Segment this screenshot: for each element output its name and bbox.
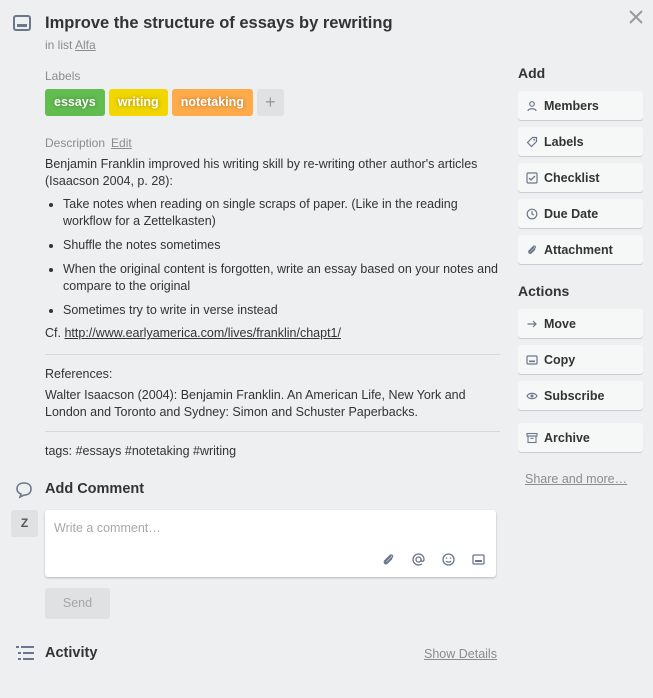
clock-icon xyxy=(526,208,538,220)
subscribe-label: Subscribe xyxy=(544,388,605,403)
divider xyxy=(45,431,500,432)
attachment-button[interactable]: Attachment xyxy=(518,235,643,264)
attachment-icon[interactable] xyxy=(381,552,396,567)
copy-button[interactable]: Copy xyxy=(518,345,643,374)
card-icon[interactable] xyxy=(471,552,486,567)
list-link[interactable]: Alfa xyxy=(75,38,96,52)
description-header: Description Edit xyxy=(45,136,500,150)
paperclip-icon xyxy=(526,244,538,256)
comment-input[interactable] xyxy=(54,518,484,538)
archive-icon xyxy=(526,432,538,444)
members-label: Members xyxy=(544,98,599,113)
references-text: Walter Isaacson (2004): Benjamin Frankli… xyxy=(45,388,466,419)
add-label-button[interactable]: + xyxy=(256,89,284,116)
cf-line: Cf. http://www.earlyamerica.com/lives/fr… xyxy=(45,325,500,342)
card-title[interactable]: Improve the structure of essays by rewri… xyxy=(45,14,393,33)
arrow-right-icon xyxy=(526,318,538,330)
card-sidebar: Add Members Labels Checklist Due Date At… xyxy=(518,65,643,486)
card-main: Labels essays writing notetaking + Descr… xyxy=(45,69,500,458)
description-list: Take notes when reading on single scraps… xyxy=(63,196,500,319)
description-body: Benjamin Franklin improved his writing s… xyxy=(45,156,500,342)
archive-label: Archive xyxy=(544,430,590,445)
due-date-label: Due Date xyxy=(544,206,599,221)
list-item: When the original content is forgotten, … xyxy=(63,261,500,295)
add-comment-heading: Add Comment xyxy=(45,481,145,497)
subscribe-button[interactable]: Subscribe xyxy=(518,381,643,410)
comment-toolbar xyxy=(381,552,486,567)
tags-line: tags: #essays #notetaking #writing xyxy=(45,444,237,458)
list-item: Take notes when reading on single scraps… xyxy=(63,196,500,230)
description-edit-link[interactable]: Edit xyxy=(111,136,132,150)
eye-icon xyxy=(526,390,538,402)
move-label: Move xyxy=(544,316,576,331)
checklist-label: Checklist xyxy=(544,170,600,185)
label-notetaking[interactable]: notetaking xyxy=(171,89,253,116)
show-details-link[interactable]: Show Details xyxy=(424,647,497,661)
label-writing[interactable]: writing xyxy=(108,89,168,116)
labels-heading: Labels xyxy=(45,69,81,83)
cf-prefix: Cf. xyxy=(45,326,61,340)
list-item: Shuffle the notes sometimes xyxy=(63,237,500,254)
add-heading: Add xyxy=(518,65,546,81)
share-and-more-link[interactable]: Share and more… xyxy=(525,472,643,486)
references-label: References: xyxy=(45,367,113,381)
avatar[interactable]: Z xyxy=(11,510,38,537)
actions-heading: Actions xyxy=(518,283,570,299)
cf-link[interactable]: http://www.earlyamerica.com/lives/frankl… xyxy=(64,326,341,340)
comment-box xyxy=(45,510,496,577)
mention-icon[interactable] xyxy=(411,552,426,567)
emoji-icon[interactable] xyxy=(441,552,456,567)
description-intro: Benjamin Franklin improved his writing s… xyxy=(45,157,478,188)
archive-button[interactable]: Archive xyxy=(518,423,643,452)
labels-row: essays writing notetaking + xyxy=(45,89,500,116)
members-button[interactable]: Members xyxy=(518,91,643,120)
person-icon xyxy=(526,100,538,112)
attachment-label: Attachment xyxy=(544,242,613,257)
checkbox-icon xyxy=(526,171,538,184)
description-heading: Description xyxy=(45,136,106,150)
in-list-prefix: in list xyxy=(45,38,73,52)
activity-icon xyxy=(15,645,35,661)
divider xyxy=(45,354,500,355)
copy-label: Copy xyxy=(544,352,576,367)
labels-button[interactable]: Labels xyxy=(518,127,643,156)
tag-icon xyxy=(526,136,538,148)
label-essays[interactable]: essays xyxy=(45,89,105,116)
in-list-line: in list Alfa xyxy=(45,38,96,52)
list-item: Sometimes try to write in verse instead xyxy=(63,302,500,319)
card-icon xyxy=(526,354,538,366)
close-icon[interactable] xyxy=(627,8,645,26)
card-icon xyxy=(13,15,31,31)
checklist-button[interactable]: Checklist xyxy=(518,163,643,192)
activity-heading: Activity xyxy=(45,645,98,661)
comment-icon xyxy=(14,480,34,500)
send-button[interactable]: Send xyxy=(45,588,110,619)
move-button[interactable]: Move xyxy=(518,309,643,338)
labels-label: Labels xyxy=(544,134,584,149)
due-date-button[interactable]: Due Date xyxy=(518,199,643,228)
